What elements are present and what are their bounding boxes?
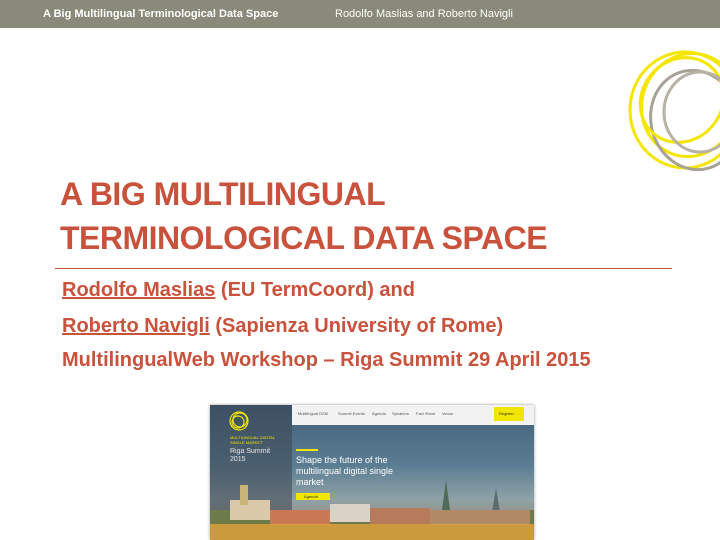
website-nav: Multilingual DSM Summit Events Agenda Sp… [292,405,534,425]
website-nav-item[interactable]: Speakers [392,411,409,416]
website-org-name: MULTILINGUAL DIGITAL SINGLE MARKET [230,435,275,445]
website-register-label: Register [499,411,514,416]
event-line: MultilingualWeb Workshop – Riga Summit 2… [62,349,591,371]
website-tagline: Shape the future of the multilingual dig… [296,455,394,487]
slide-title: A BIG MULTILINGUAL TERMINOLOGICAL DATA S… [60,172,660,260]
author2-affiliation: (Sapienza University of Rome) [209,315,504,337]
website-agenda-label: Agenda [304,494,318,499]
website-register-button[interactable]: Register [494,407,524,421]
website-logo-icon [229,411,249,431]
author1-affiliation: (EU TermCoord) and [215,279,415,301]
title-divider [55,268,672,269]
header-title: A Big Multilingual Terminological Data S… [43,8,279,20]
website-screenshot: MULTILINGUAL DIGITAL SINGLE MARKET Riga … [210,405,534,540]
author1-link[interactable]: Rodolfo Maslias [62,279,215,301]
website-nav-item[interactable]: Agenda [372,411,386,416]
riga-skyline-image [210,480,534,540]
website-summit-label: Riga Summit 2015 [230,448,271,463]
website-accent-line [296,449,318,451]
author-line-1: Rodolfo Maslias (EU TermCoord) and [62,279,415,302]
website-nav-item[interactable]: Fact Sheet [416,411,435,416]
website-agenda-button[interactable]: Agenda [296,493,330,500]
author2-link[interactable]: Roberto Navigli [62,315,210,337]
title-line-2: TERMINOLOGICAL DATA SPACE [60,220,548,256]
header-bar: A Big Multilingual Terminological Data S… [0,0,720,28]
header-authors: Rodolfo Maslias and Roberto Navigli [335,8,513,20]
title-line-1: A BIG MULTILINGUAL [60,176,386,212]
website-nav-item[interactable]: Venue [442,411,453,416]
website-nav-item[interactable]: Summit Events [338,411,365,416]
author-line-2: Roberto Navigli (Sapienza University of … [62,315,503,338]
website-nav-item[interactable]: Multilingual DSM [298,411,328,416]
